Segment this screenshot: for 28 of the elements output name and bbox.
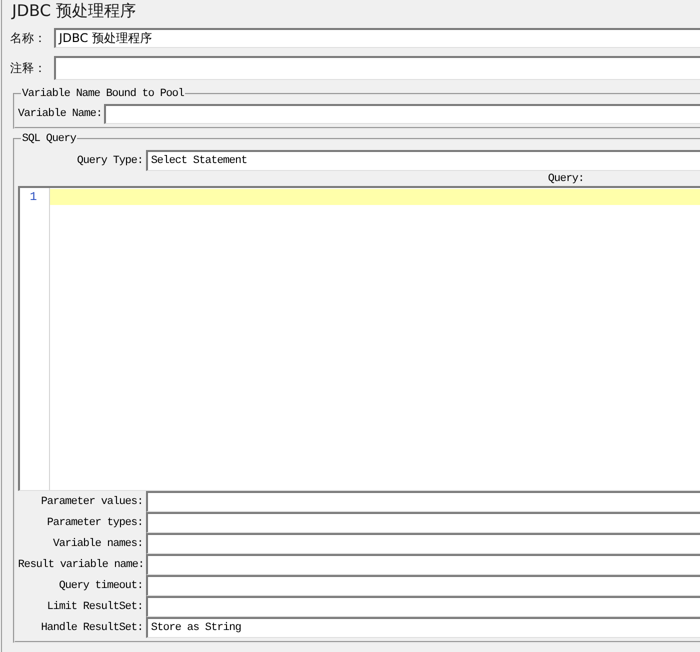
field-label: Parameter values: [40,496,144,508]
panel-title: JDBC 预处理程序 [10,0,136,22]
input-field[interactable] [146,533,700,554]
group-legend: Variable Name Bound to Pool [21,88,186,100]
input-field[interactable] [146,575,700,596]
field-label: Query Type: [76,154,144,166]
input-field[interactable] [104,104,700,124]
input-field[interactable]: Store as String [146,617,700,638]
line-number: 1 [30,189,38,205]
input-field[interactable] [146,554,700,575]
group-legend: SQL Query [21,133,78,145]
field-label: Variable names: [52,538,144,550]
field-label: Limit ResultSet: [46,600,144,612]
field-label: 名称： [10,30,47,46]
field-label: Parameter types: [46,516,144,528]
comment-field[interactable] [54,56,700,80]
input-field[interactable] [146,491,700,512]
field-label: Result variable name: [18,558,146,570]
field-label: Handle ResultSet: [40,622,144,634]
field-label: Variable Name: [18,108,102,120]
field-label: Query timeout: [58,580,144,592]
query-label: Query: [548,172,584,184]
input-field[interactable] [146,596,700,617]
input-field[interactable] [146,512,700,533]
field-label: 注释： [10,60,47,76]
code-editor[interactable]: 1 [18,186,700,491]
name-field[interactable]: JDBC 预处理程序 [54,28,700,48]
query-type-field[interactable]: Select Statement [146,150,700,171]
